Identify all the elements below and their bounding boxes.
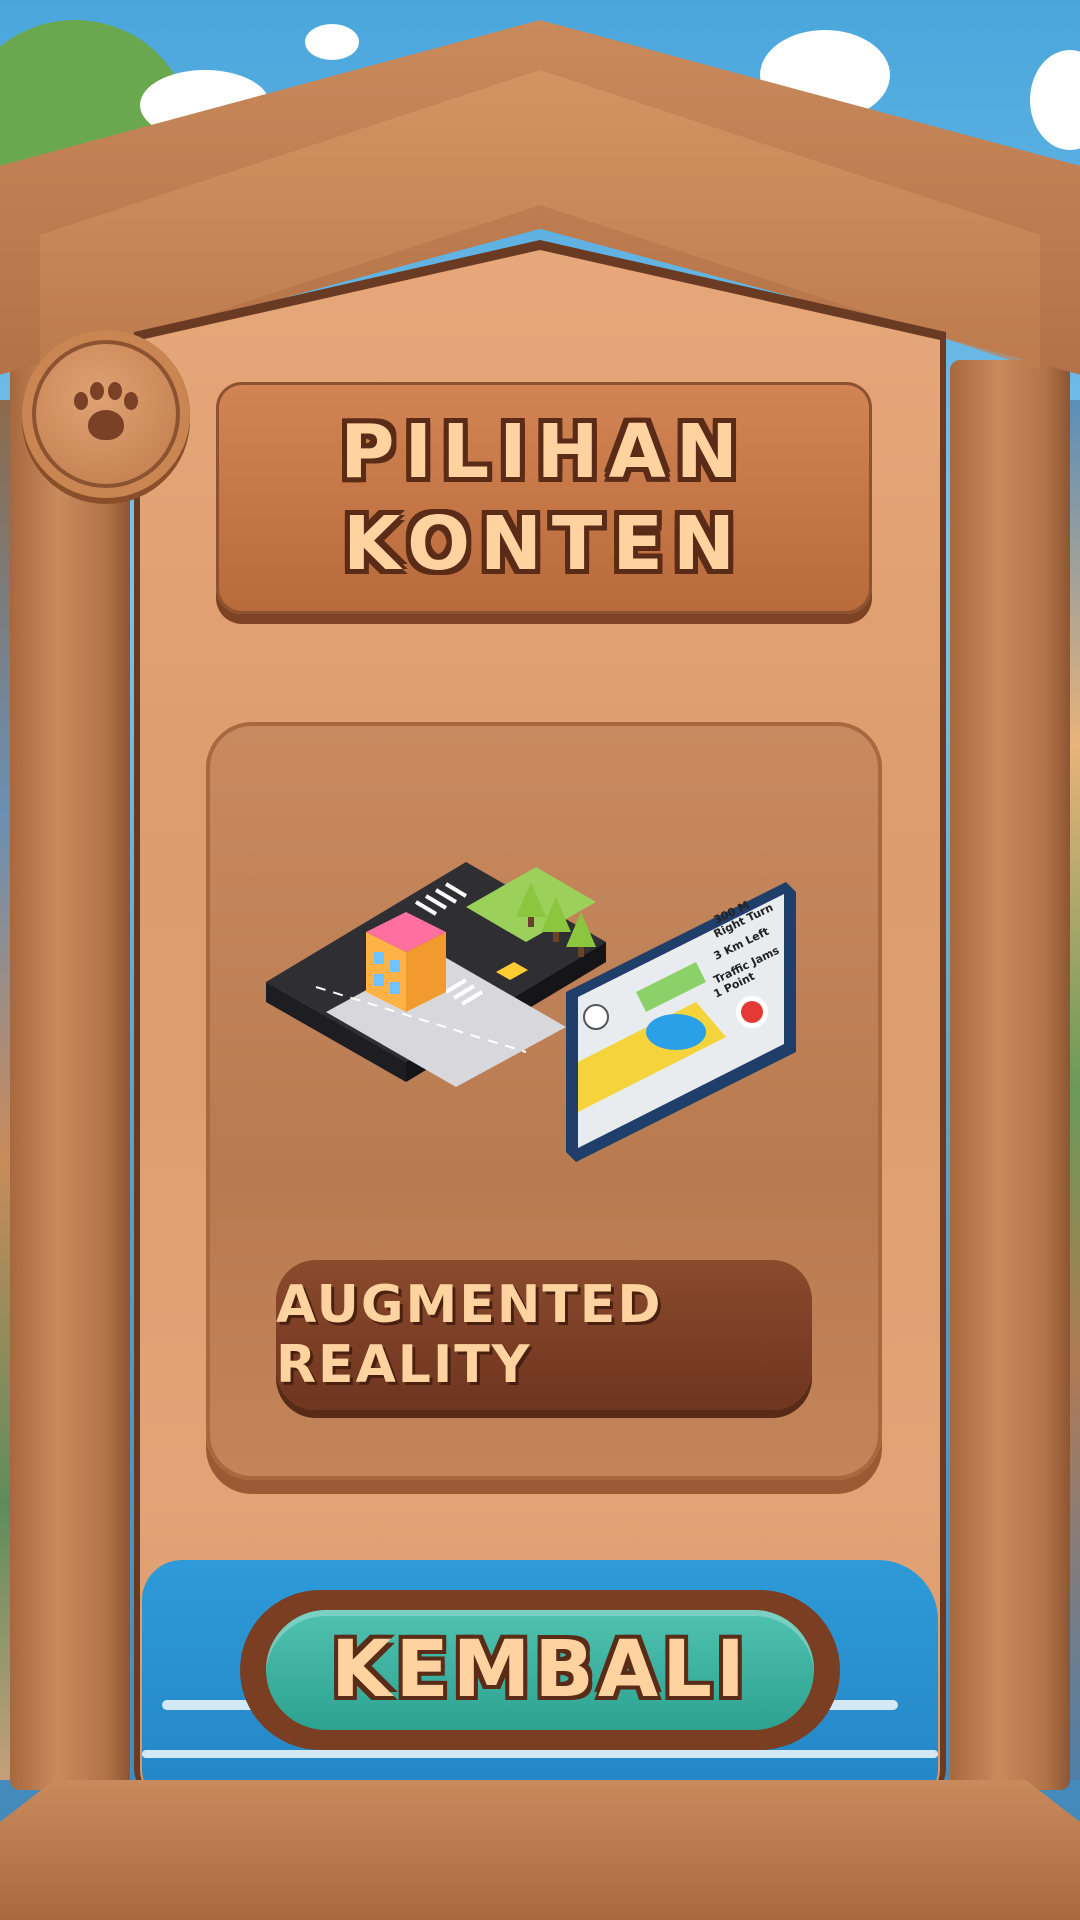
- title-line-1: PILIHAN: [340, 409, 748, 495]
- paw-button[interactable]: [22, 330, 190, 498]
- wood-base: [0, 1780, 1080, 1920]
- content-option-card[interactable]: 300 M Right Turn 3 Km Left Traffic Jams …: [206, 722, 882, 1480]
- title-line-2: KONTEN: [343, 501, 745, 587]
- paw-icon: [74, 382, 138, 446]
- back-button-face: KEMBALI: [266, 1610, 814, 1730]
- back-button[interactable]: KEMBALI: [240, 1590, 840, 1750]
- augmented-reality-label: AUGMENTED REALITY: [276, 1275, 663, 1395]
- cloud: [305, 24, 359, 60]
- back-button-label: KEMBALI: [331, 1625, 749, 1715]
- game-scene: PILIHAN KONTEN 300 M Right Turn 3 Km Lef…: [0, 0, 1080, 1920]
- augmented-reality-button[interactable]: AUGMENTED REALITY: [276, 1260, 812, 1410]
- wood-pillar-right: [950, 360, 1070, 1790]
- title-sign: PILIHAN KONTEN: [216, 382, 872, 614]
- cloud: [1030, 50, 1080, 150]
- augmented-reality-map-icon: 300 M Right Turn 3 Km Left Traffic Jams …: [266, 862, 796, 1162]
- wood-pillar-left: [10, 360, 130, 1790]
